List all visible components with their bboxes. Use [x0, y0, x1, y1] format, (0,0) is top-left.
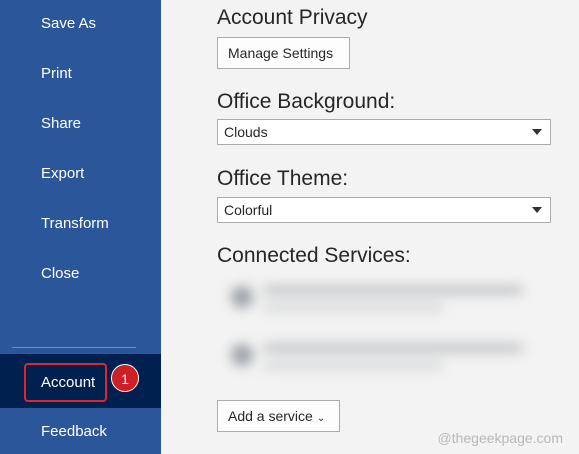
manage-settings-button[interactable]: Manage Settings — [217, 37, 350, 69]
sidebar-item-share[interactable]: Share — [0, 104, 161, 144]
dropdown-arrow-icon — [532, 207, 542, 213]
chevron-down-icon: ⌄ — [316, 413, 326, 424]
sidebar-item-save-as[interactable]: Save As — [0, 4, 161, 44]
watermark: @thegeekpage.com — [437, 430, 563, 446]
sidebar-item-account-label: Account — [41, 374, 96, 391]
account-page: Save As Print Share Export Transform Clo… — [0, 0, 579, 454]
office-theme-value: Colorful — [224, 202, 273, 218]
service-avatar-icon — [231, 344, 253, 366]
connected-services-heading: Connected Services: — [217, 244, 411, 267]
blurred-service-row — [213, 334, 558, 386]
office-background-value: Clouds — [224, 124, 268, 140]
step-number-badge: 1 — [111, 364, 139, 392]
office-background-heading: Office Background: — [217, 90, 396, 113]
sidebar-item-transform[interactable]: Transform — [0, 204, 161, 244]
blurred-service-row — [213, 276, 558, 328]
office-theme-heading: Office Theme: — [217, 167, 349, 190]
connected-services-list-blurred — [213, 270, 558, 392]
dropdown-arrow-icon — [532, 129, 542, 135]
office-background-select[interactable]: Clouds — [217, 119, 551, 145]
sidebar-item-export[interactable]: Export — [0, 154, 161, 194]
service-avatar-icon — [231, 286, 253, 308]
add-a-service-button[interactable]: Add a service ⌄ — [217, 400, 340, 432]
sidebar-item-close[interactable]: Close — [0, 254, 161, 294]
sidebar-item-print[interactable]: Print — [0, 54, 161, 94]
add-a-service-label: Add a service — [228, 408, 313, 424]
backstage-sidebar: Save As Print Share Export Transform Clo… — [0, 0, 161, 454]
office-theme-select[interactable]: Colorful — [217, 197, 551, 223]
sidebar-divider — [12, 347, 136, 348]
account-privacy-heading: Account Privacy — [217, 6, 368, 29]
sidebar-item-feedback[interactable]: Feedback — [0, 412, 161, 452]
